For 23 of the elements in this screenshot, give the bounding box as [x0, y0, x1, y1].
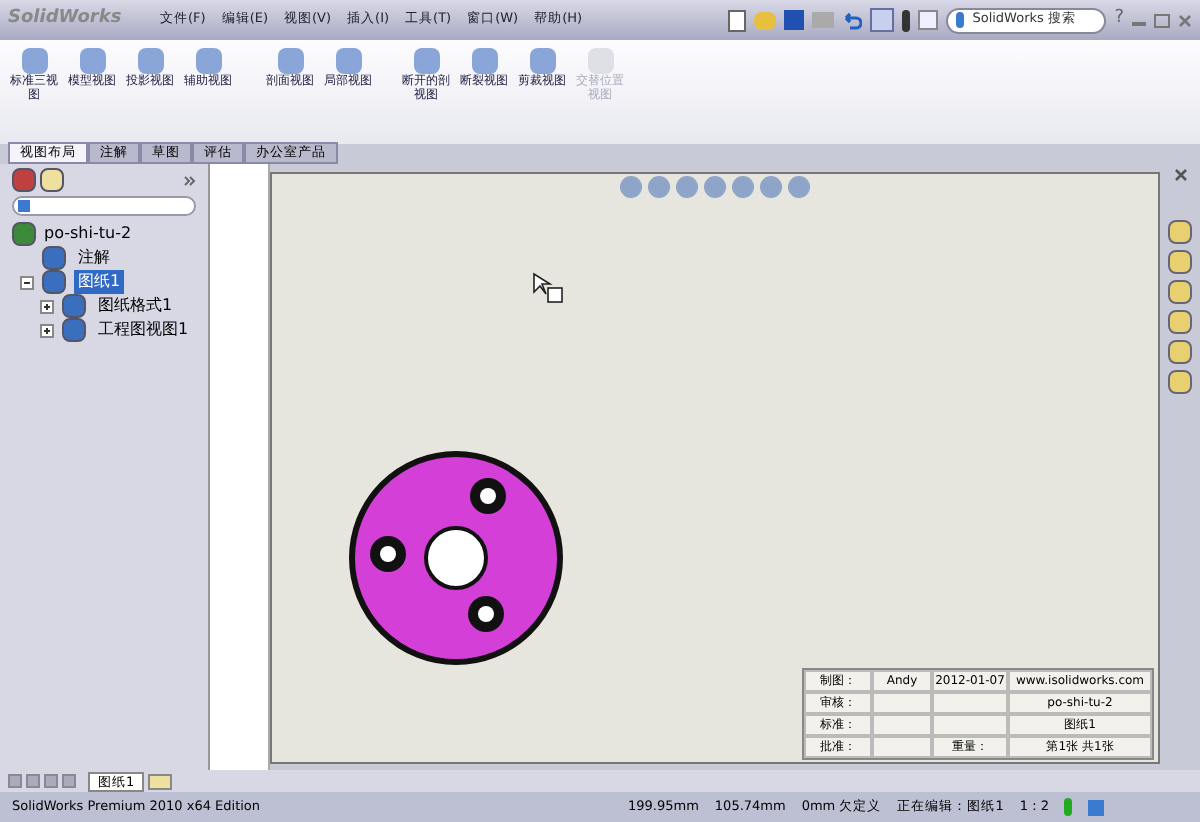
- close-icon[interactable]: [1178, 13, 1192, 27]
- cursor-icon: [532, 272, 564, 304]
- tree-item[interactable]: 注解: [74, 246, 114, 270]
- title-block-cell: [932, 714, 1008, 736]
- collapse-icon[interactable]: [20, 275, 34, 289]
- title-block-cell: [872, 714, 932, 736]
- title-block-cell: [932, 692, 1008, 714]
- tree-root[interactable]: po-shi-tu-2: [44, 222, 132, 246]
- filter-field[interactable]: [12, 196, 196, 216]
- new-document-icon[interactable]: [728, 9, 747, 31]
- tree-item[interactable]: 图纸格式1: [94, 294, 177, 318]
- maximize-icon[interactable]: [1154, 13, 1170, 27]
- help-button[interactable]: ?: [1114, 6, 1124, 34]
- close-icon[interactable]: [1173, 168, 1187, 182]
- expand-icon[interactable]: [40, 323, 54, 337]
- double-chevron-icon[interactable]: [184, 175, 196, 185]
- expand-icon[interactable]: [40, 299, 54, 313]
- title-block-cell: [872, 736, 932, 758]
- tree-item[interactable]: 图纸1: [74, 270, 125, 294]
- tree-item[interactable]: 工程图视图1: [94, 318, 193, 342]
- title-block-cell: [872, 692, 932, 714]
- app-logo: SolidWorks: [8, 6, 124, 33]
- undo-icon[interactable]: [842, 11, 863, 29]
